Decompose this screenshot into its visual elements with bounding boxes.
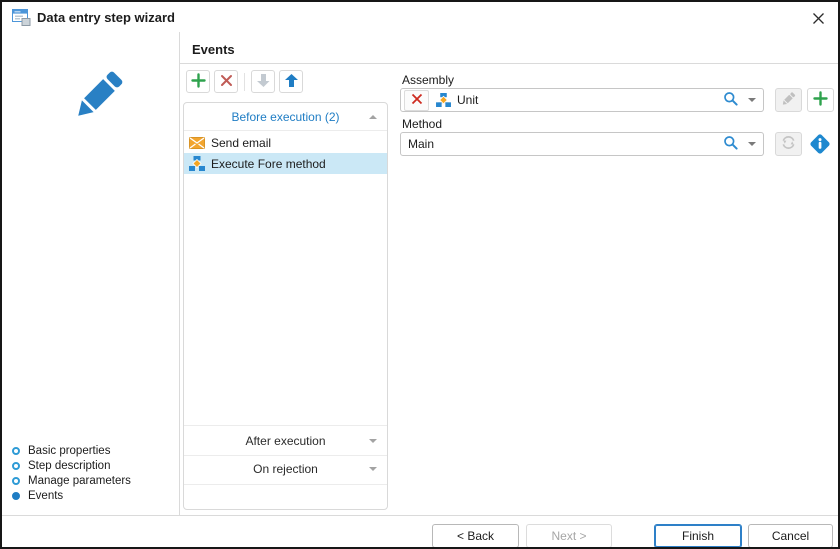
delete-event-button[interactable] [214, 70, 238, 93]
sidebar-item-events[interactable]: Events [12, 488, 174, 503]
delete-x-icon [220, 74, 233, 90]
assembly-dropdown-icon[interactable] [748, 98, 756, 102]
window-title: Data entry step wizard [37, 10, 175, 25]
group-before-execution[interactable]: Before execution (2) [184, 103, 387, 131]
assembly-value: Unit [457, 93, 717, 107]
step-bullet-icon [12, 462, 20, 470]
email-icon [189, 135, 205, 151]
move-up-button[interactable] [279, 70, 303, 93]
plus-icon [191, 73, 206, 91]
sidebar-item-step-description[interactable]: Step description [12, 458, 174, 473]
step-label: Events [28, 490, 63, 502]
header-separator [180, 63, 838, 64]
edit-assembly-button[interactable] [775, 88, 802, 112]
assembly-field[interactable]: Unit [400, 88, 764, 112]
cancel-button[interactable]: Cancel [748, 524, 833, 548]
collapse-down-icon [369, 467, 377, 471]
search-icon[interactable] [723, 135, 738, 153]
pencil-icon [781, 91, 796, 110]
finish-button[interactable]: Finish [654, 524, 742, 548]
step-label: Manage parameters [28, 475, 131, 487]
add-event-button[interactable] [186, 70, 210, 93]
sidebar-item-manage-parameters[interactable]: Manage parameters [12, 473, 174, 488]
sidebar-divider [179, 32, 180, 515]
step-label: Basic properties [28, 445, 110, 457]
clear-assembly-button[interactable] [404, 90, 429, 111]
events-panel-title: Events [192, 42, 235, 57]
fore-method-icon [189, 156, 205, 172]
step-bullet-icon [12, 477, 20, 485]
group-label: After execution [245, 434, 325, 448]
event-label: Execute Fore method [211, 157, 326, 171]
pencil-illustration-icon [68, 66, 128, 126]
group-after-execution[interactable]: After execution [184, 425, 387, 456]
method-value: Main [408, 137, 717, 151]
wizard-window-icon [12, 9, 31, 26]
fore-method-icon [435, 92, 451, 108]
method-label: Method [402, 117, 442, 131]
sidebar-item-basic-properties[interactable]: Basic properties [12, 443, 174, 458]
step-bullet-icon [12, 447, 20, 455]
plus-icon [813, 91, 828, 109]
event-row-send-email[interactable]: Send email [184, 132, 387, 153]
search-icon[interactable] [723, 91, 738, 109]
event-label: Send email [211, 136, 271, 150]
method-field[interactable]: Main [400, 132, 764, 156]
close-icon[interactable] [809, 9, 827, 27]
assembly-label: Assembly [402, 73, 454, 87]
step-label: Step description [28, 460, 110, 472]
toolbar-separator [244, 73, 245, 91]
move-down-button[interactable] [251, 70, 275, 93]
method-info-icon[interactable] [808, 132, 832, 156]
back-button[interactable]: < Back [432, 524, 519, 548]
method-dropdown-icon[interactable] [748, 142, 756, 146]
next-button[interactable]: Next > [526, 524, 612, 548]
collapse-down-icon [369, 439, 377, 443]
arrow-down-icon [257, 73, 270, 91]
clear-x-icon [411, 93, 423, 108]
refresh-icon [780, 134, 797, 154]
group-on-rejection[interactable]: On rejection [184, 454, 387, 485]
data-entry-step-wizard-dialog: Data entry step wizard Basic properties … [0, 0, 840, 549]
events-toolbar [186, 70, 307, 93]
event-row-execute-fore-method[interactable]: Execute Fore method [184, 153, 387, 174]
add-assembly-button[interactable] [807, 88, 834, 112]
step-bullet-active-icon [12, 492, 20, 500]
group-label: On rejection [253, 462, 318, 476]
wizard-step-list: Basic properties Step description Manage… [12, 443, 174, 503]
arrow-up-icon [285, 73, 298, 91]
footer-separator [2, 515, 838, 516]
collapse-up-icon [369, 115, 377, 119]
group-label: Before execution (2) [231, 110, 339, 124]
refresh-method-button[interactable] [775, 132, 802, 156]
events-listbox: Before execution (2) Send email [183, 102, 388, 510]
